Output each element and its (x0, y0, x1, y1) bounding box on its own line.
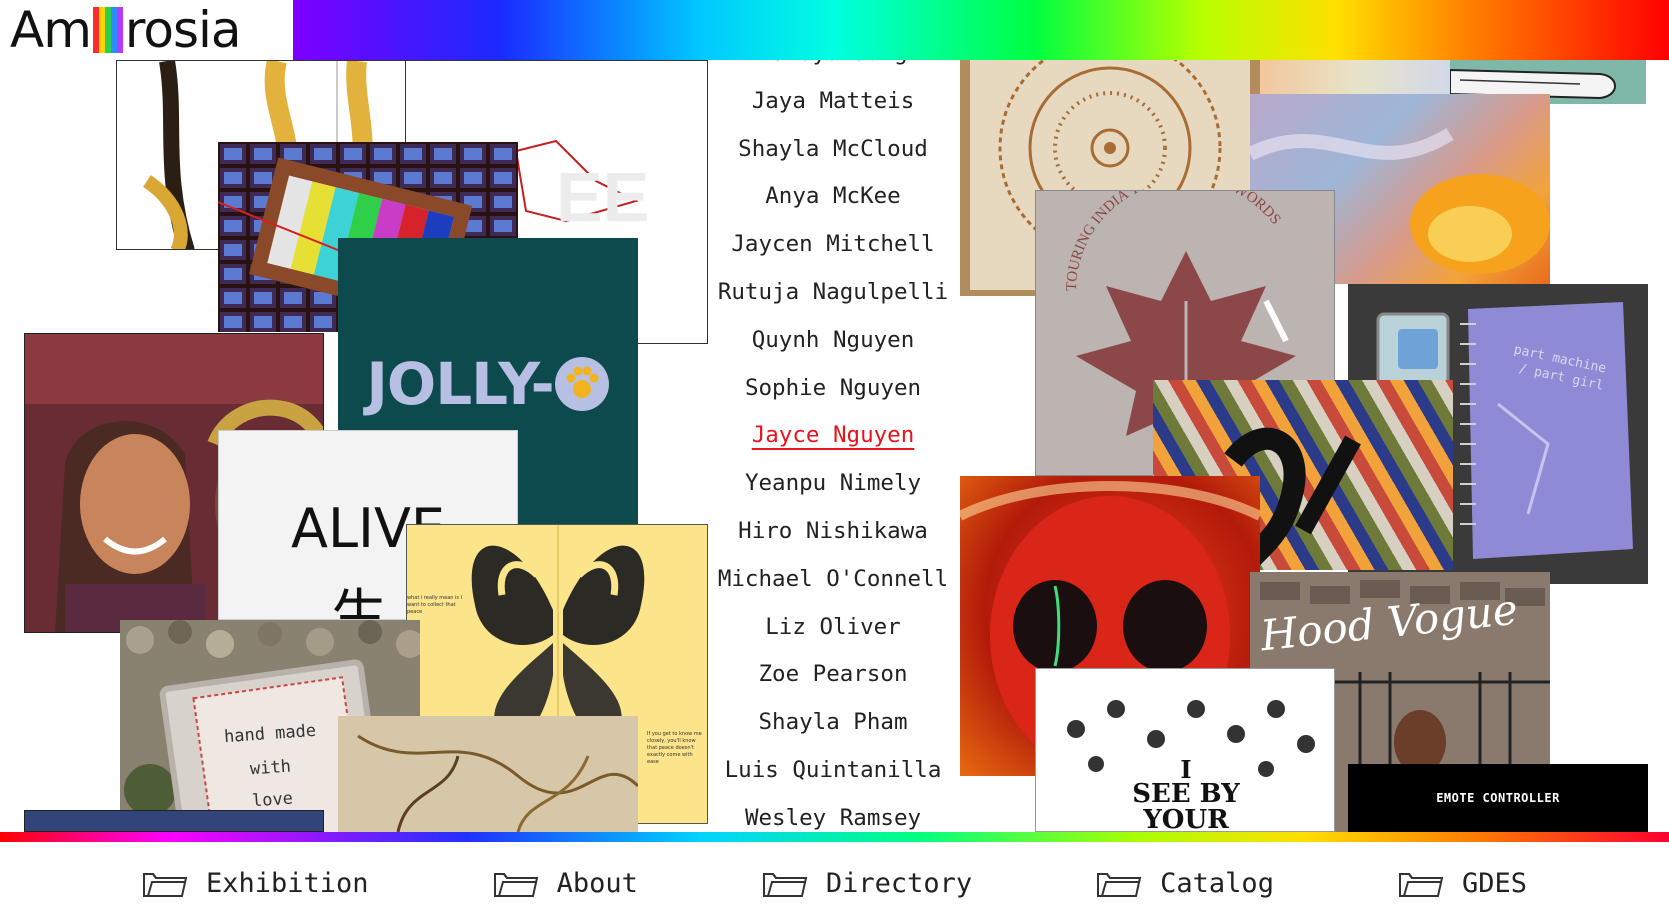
jolly-o-text: JOLLY- (366, 350, 554, 418)
nav-item-label: GDES (1461, 867, 1527, 899)
artwork-roots[interactable] (338, 716, 638, 832)
nav-item-about[interactable]: About (493, 868, 638, 899)
artwork-emote-controller[interactable]: EMOTE CONTROLLER (1348, 764, 1648, 832)
artwork-i-see-by-your[interactable]: I SEE BY YOUR (1035, 668, 1335, 832)
folder-icon (762, 868, 808, 898)
emote-controller-text: EMOTE CONTROLLER (1436, 791, 1560, 805)
directory-artist-link[interactable]: Luis Quintanilla (725, 747, 942, 795)
directory-artist-link[interactable]: Shayla Pham (758, 699, 907, 747)
directory-artist-link[interactable]: Jaycen Mitchell (731, 221, 934, 269)
directory-artist-link[interactable]: Anya McKee (765, 173, 900, 221)
nav-item-label: Catalog (1160, 867, 1274, 899)
directory-artist-link[interactable]: Zoe Pearson (758, 651, 907, 699)
directory-artist-link[interactable]: Liz Oliver (765, 604, 900, 652)
roots-illustration (338, 716, 638, 832)
directory-artist-link[interactable]: Yeanpu Nimely (745, 460, 921, 508)
artwork-blue-pattern[interactable] (24, 810, 324, 832)
bottom-navigation: Exhibition About Directory Catalog GDES (0, 842, 1669, 924)
directory-artist-link[interactable]: Shayla McCloud (738, 126, 928, 174)
paw-icon (554, 357, 609, 411)
alive-glyph: 生 (331, 584, 387, 620)
site-logo[interactable]: Am rosia (0, 0, 293, 60)
folder-icon (1096, 868, 1142, 898)
svg-text:EE: EE (556, 158, 649, 236)
see-by-line-3: YOUR (1143, 805, 1229, 832)
folder-icon (493, 868, 539, 898)
directory-artist-link[interactable]: Jayce Nguyen (752, 412, 915, 460)
directory-artist-link[interactable]: Rutuja Nagulpelli (718, 269, 948, 317)
butterfly-caption-right: If you get to know me closely, you'll kn… (647, 731, 702, 765)
butterfly-caption-left: what i really mean is I want to collect … (407, 595, 463, 615)
handmade-line-2: with (249, 756, 292, 780)
nav-item-exhibition[interactable]: Exhibition (142, 868, 369, 899)
nav-item-catalog[interactable]: Catalog (1096, 868, 1274, 899)
nav-item-gdes[interactable]: GDES (1398, 868, 1527, 899)
directory-artist-link[interactable]: Michael O'Connell (718, 556, 948, 604)
nav-item-directory[interactable]: Directory (762, 868, 972, 899)
folder-icon (1398, 868, 1444, 898)
nav-item-label: Exhibition (206, 867, 369, 899)
directory-artist-link[interactable]: Hiro Nishikawa (738, 508, 928, 556)
logo-text-left: Am (10, 1, 92, 59)
see-by-line-1: I (1180, 755, 1192, 784)
directory-artist-link[interactable]: Jaya Matteis (752, 78, 915, 126)
directory-artist-link[interactable]: Quynh Nguyen (752, 317, 915, 365)
bottom-gradient-rule (0, 832, 1669, 842)
handmade-line-3: love (251, 788, 294, 812)
see-by-line-2: SEE BY (1132, 779, 1240, 809)
logo-rainbow-glyph (92, 7, 123, 53)
folder-icon (142, 868, 188, 898)
directory-artist-link[interactable]: Sophie Nguyen (745, 365, 921, 413)
nav-item-label: Directory (825, 867, 973, 899)
artwork-pastel-gradient[interactable] (1260, 60, 1450, 94)
nav-item-label: About (556, 867, 638, 899)
artist-directory-list: Danaya JungJaya MatteisShayla McCloudAny… (708, 40, 958, 832)
logo-text-right: rosia (124, 1, 242, 59)
